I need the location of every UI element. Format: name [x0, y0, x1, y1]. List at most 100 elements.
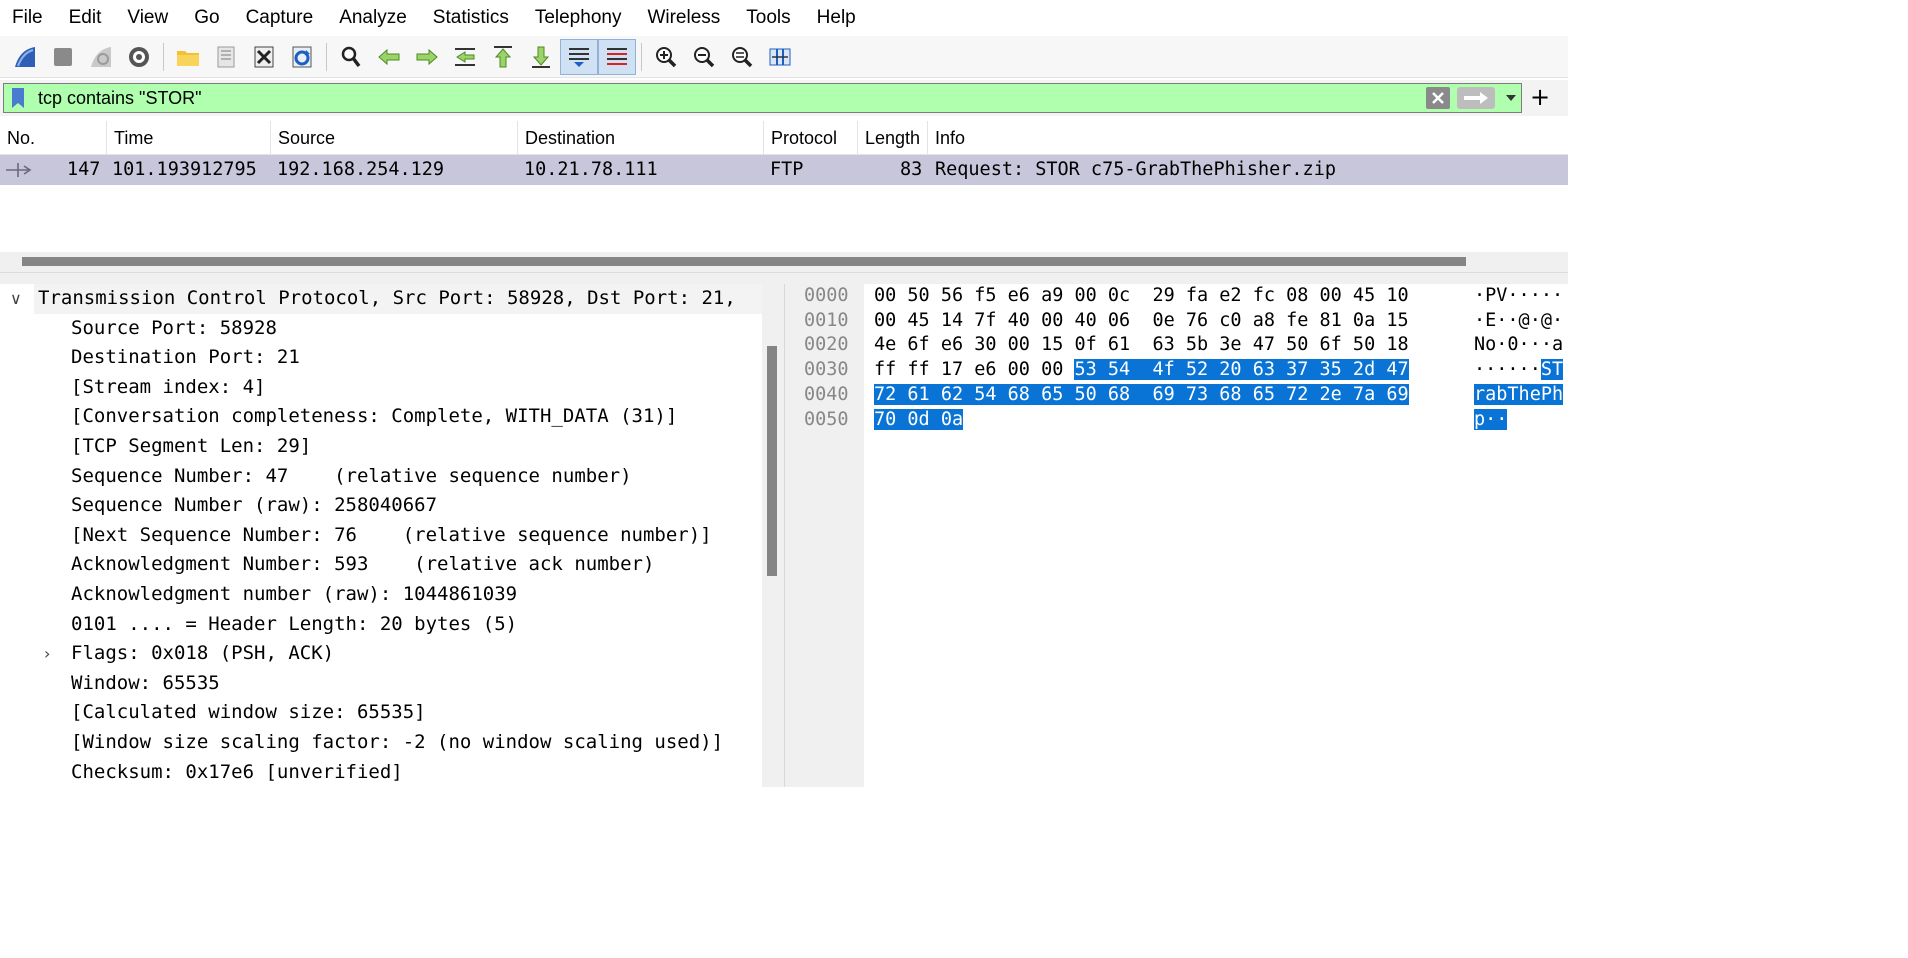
offset: 0010 [804, 309, 849, 331]
packet-info: Request: STOR c75-GrabThePhisher.zip [935, 159, 1336, 180]
autoscroll-icon[interactable] [560, 38, 598, 75]
display-filter-input[interactable] [32, 84, 1412, 112]
ascii-row[interactable]: ·PV····· [1474, 284, 1563, 309]
tree-item[interactable]: Sequence Number: 47 (relative sequence n… [71, 462, 632, 492]
menu-wireless[interactable]: Wireless [634, 0, 733, 36]
tree-item[interactable]: Destination Port: 21 [71, 343, 300, 373]
filter-history-dropdown-icon[interactable] [1501, 87, 1521, 109]
last-packet-icon[interactable] [522, 39, 560, 75]
column-header-info[interactable]: Info [928, 121, 1568, 155]
hex-row[interactable]: 00 50 56 f5 e6 a9 00 0c 29 fa e2 fc 08 0… [874, 284, 1409, 309]
resize-columns-icon[interactable] [761, 39, 799, 75]
packet-row-selected[interactable]: 147 101.193912795 192.168.254.129 10.21.… [0, 155, 1568, 185]
menu-edit[interactable]: Edit [56, 0, 115, 36]
menu-analyze[interactable]: Analyze [326, 0, 420, 36]
go-back-icon[interactable] [370, 39, 408, 75]
packet-list-horizontal-scrollbar[interactable] [0, 252, 1568, 272]
tree-item[interactable]: [Calculated window size: 65535] [71, 698, 426, 728]
zoom-out-icon[interactable] [685, 39, 723, 75]
tree-item[interactable]: Source Port: 58928 [71, 314, 277, 344]
go-to-packet-icon[interactable] [446, 39, 484, 75]
colorize-icon[interactable] [598, 38, 636, 75]
display-filter-box [3, 83, 1522, 113]
hex-row[interactable]: 4e 6f e6 30 00 15 0f 61 63 5b 3e 47 50 6… [874, 333, 1409, 358]
main-toolbar [0, 36, 1568, 78]
zoom-in-icon[interactable] [647, 39, 685, 75]
menu-capture[interactable]: Capture [233, 0, 327, 36]
tree-item[interactable]: [TCP Segment Len: 29] [71, 432, 311, 462]
packet-protocol: FTP [770, 159, 804, 180]
menu-go[interactable]: Go [181, 0, 232, 36]
column-header-source[interactable]: Source [271, 121, 518, 155]
reload-file-icon[interactable] [283, 39, 321, 75]
menu-file[interactable]: File [0, 0, 56, 36]
menu-statistics[interactable]: Statistics [420, 0, 522, 36]
tree-item[interactable]: Acknowledgment number (raw): 1044861039 [71, 580, 517, 610]
ascii-row[interactable]: rabThePh [1474, 383, 1564, 408]
expand-chevron-icon[interactable]: › [44, 644, 50, 663]
tree-item[interactable]: Window: 65535 [71, 669, 220, 699]
toolbar-separator [163, 42, 164, 71]
menu-telephony[interactable]: Telephony [522, 0, 635, 36]
tree-item-tcp[interactable]: Transmission Control Protocol, Src Port:… [34, 284, 762, 314]
tree-item[interactable]: Sequence Number (raw): 258040667 [71, 491, 437, 521]
column-header-protocol[interactable]: Protocol [764, 121, 858, 155]
packet-details-pane: ∨ Transmission Control Protocol, Src Por… [0, 284, 762, 787]
close-file-icon[interactable] [245, 39, 283, 75]
packet-destination: 10.21.78.111 [524, 159, 658, 180]
apply-filter-icon[interactable] [1457, 87, 1495, 109]
packet-source: 192.168.254.129 [277, 159, 445, 180]
first-packet-icon[interactable] [484, 39, 522, 75]
hex-row[interactable]: ff ff 17 e6 00 00 53 54 4f 52 20 63 37 3… [874, 358, 1409, 383]
toolbar-separator [641, 42, 642, 71]
normal-size-icon[interactable] [723, 39, 761, 75]
tree-item[interactable]: Checksum: 0x17e6 [unverified] [71, 758, 403, 787]
ascii-row[interactable]: ······ST [1474, 358, 1564, 383]
hex-bytes-highlighted: 53 54 4f 52 20 63 37 35 2d 47 [1074, 359, 1409, 381]
capture-options-icon[interactable] [120, 39, 158, 75]
add-filter-button-icon[interactable]: + [1530, 84, 1550, 112]
column-header-time[interactable]: Time [107, 121, 271, 155]
menu-bar: File Edit View Go Capture Analyze Statis… [0, 0, 1568, 36]
ascii-row[interactable]: ·E··@·@· [1474, 309, 1563, 334]
collapse-chevron-icon[interactable]: ∨ [10, 289, 22, 308]
vertical-pane-splitter[interactable] [784, 284, 792, 787]
find-packet-icon[interactable] [332, 39, 370, 75]
hex-row[interactable]: 00 45 14 7f 40 00 40 06 0e 76 c0 a8 fe 8… [874, 309, 1409, 334]
scrollbar-thumb[interactable] [767, 346, 777, 576]
restart-capture-icon[interactable] [82, 39, 120, 75]
tree-item[interactable]: [Window size scaling factor: -2 (no wind… [71, 728, 723, 758]
column-header-no[interactable]: No. [0, 121, 107, 155]
ascii-bytes: ······ [1474, 359, 1541, 381]
tree-item[interactable]: [Next Sequence Number: 76 (relative sequ… [71, 521, 712, 551]
display-filter-bar [0, 80, 1568, 116]
open-file-icon[interactable] [169, 39, 207, 75]
save-file-icon[interactable] [207, 39, 245, 75]
packet-no: 147 [67, 159, 101, 180]
scrollbar-thumb[interactable] [22, 257, 1466, 266]
menu-help[interactable]: Help [804, 0, 869, 36]
details-vertical-scrollbar[interactable] [762, 284, 784, 787]
ascii-row[interactable]: p·· [1474, 408, 1508, 433]
stop-capture-icon[interactable] [44, 39, 82, 75]
ascii-row[interactable]: No·0···a [1474, 333, 1563, 358]
filter-bookmark-icon[interactable] [4, 84, 32, 112]
offset: 0000 [804, 285, 849, 306]
tree-item-flags[interactable]: Flags: 0x018 (PSH, ACK) [71, 639, 334, 669]
go-forward-icon[interactable] [408, 39, 446, 75]
column-header-destination[interactable]: Destination [518, 121, 764, 155]
hex-bytes-highlighted: 70 0d 0a [874, 408, 964, 430]
start-capture-icon[interactable] [6, 39, 44, 75]
offset: 0050 [804, 408, 849, 430]
pane-splitter[interactable] [0, 272, 1568, 284]
column-header-length[interactable]: Length [858, 121, 928, 155]
tree-item[interactable]: [Conversation completeness: Complete, WI… [71, 402, 677, 432]
menu-view[interactable]: View [114, 0, 181, 36]
tree-item[interactable]: Acknowledgment Number: 593 (relative ack… [71, 550, 654, 580]
tree-item[interactable]: [Stream index: 4] [71, 373, 265, 403]
hex-row[interactable]: 70 0d 0a [874, 408, 964, 433]
tree-item[interactable]: 0101 .... = Header Length: 20 bytes (5) [71, 610, 517, 640]
clear-filter-icon[interactable] [1426, 87, 1450, 109]
hex-row[interactable]: 72 61 62 54 68 65 50 68 69 73 68 65 72 2… [874, 383, 1409, 408]
menu-tools[interactable]: Tools [733, 0, 803, 36]
